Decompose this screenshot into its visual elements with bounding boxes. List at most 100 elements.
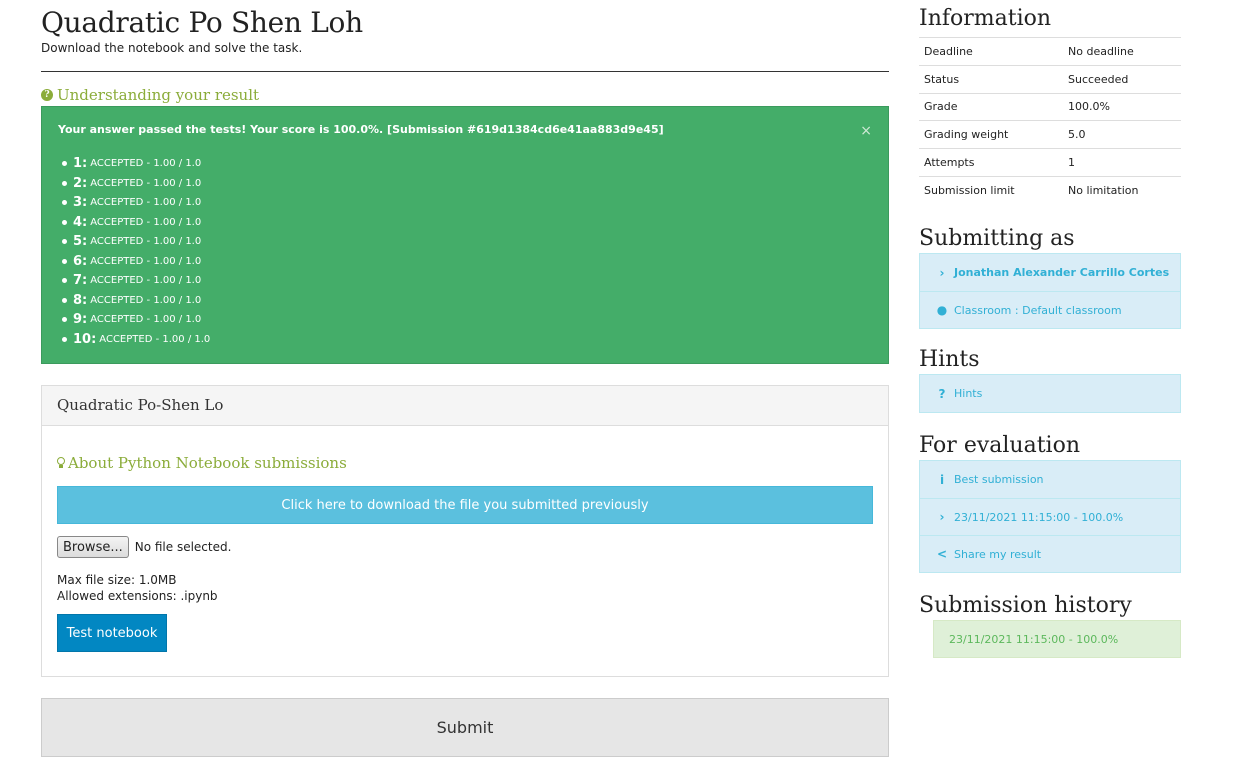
task-panel: Quadratic Po-Shen Lo About Python Notebo… (41, 385, 889, 677)
info-row: Grade 100.0% (919, 92, 1181, 121)
test-number: 4: (73, 214, 88, 230)
panel-title: Quadratic Po-Shen Lo (42, 386, 888, 426)
evaluation-entry-item[interactable]: › 23/11/2021 11:15:00 - 100.0% (920, 498, 1180, 535)
understanding-label: Understanding your result (57, 86, 260, 104)
info-row: Submission limit No limitation (919, 175, 1181, 205)
submitting-user-item[interactable]: › Jonathan Alexander Carrillo Cortes (920, 254, 1180, 291)
history-item[interactable]: 23/11/2021 11:15:00 - 100.0% (933, 620, 1181, 659)
best-submission-item[interactable]: i Best submission (920, 461, 1180, 498)
about-label: About Python Notebook submissions (68, 454, 347, 472)
test-number: 2: (73, 175, 88, 191)
share-result-item[interactable]: < Share my result (920, 535, 1180, 572)
panel-body: About Python Notebook submissions Click … (42, 426, 888, 652)
info-value: No limitation (1068, 175, 1181, 205)
share-result-label: Share my result (954, 547, 1042, 561)
info-icon: i (939, 472, 945, 487)
test-item: 2: ACCEPTED - 1.00 / 1.0 (62, 174, 872, 194)
test-number: 7: (73, 273, 88, 289)
test-status: ACCEPTED - 1.00 / 1.0 (90, 236, 202, 248)
hints-list: ? Hints (919, 374, 1181, 414)
main-column: Quadratic Po Shen Loh Download the noteb… (41, 0, 889, 757)
submit-button[interactable]: Submit (41, 698, 889, 757)
test-status: ACCEPTED - 1.00 / 1.0 (90, 314, 202, 326)
evaluation-entry-label: 23/11/2021 11:15:00 - 100.0% (954, 510, 1124, 524)
chevron-right-icon: › (939, 265, 945, 280)
test-item: 6: ACCEPTED - 1.00 / 1.0 (62, 252, 872, 272)
download-previous-button[interactable]: Click here to download the file you subm… (57, 486, 873, 524)
hints-heading: Hints (919, 347, 980, 373)
result-alert: Your answer passed the tests! Your score… (41, 106, 889, 364)
max-file-size: Max file size: 1.0MB (57, 573, 177, 587)
test-number: 3: (73, 195, 88, 211)
test-item: 10: ACCEPTED - 1.00 / 1.0 (62, 330, 872, 350)
evaluation-heading: For evaluation (919, 433, 1080, 459)
evaluation-list: i Best submission › 23/11/2021 11:15:00 … (919, 460, 1181, 574)
test-status: ACCEPTED - 1.00 / 1.0 (90, 216, 202, 228)
info-value: 5.0 (1068, 120, 1181, 149)
users-icon: ● (936, 303, 948, 318)
test-number: 8: (73, 292, 88, 308)
classroom-item[interactable]: ● Classroom : Default classroom (920, 291, 1180, 328)
about-notebook-link[interactable]: About Python Notebook submissions (57, 454, 873, 472)
test-list: 1: ACCEPTED - 1.00 / 1.0 2: ACCEPTED - 1.0… (58, 154, 872, 349)
test-item: 3: ACCEPTED - 1.00 / 1.0 (62, 193, 872, 213)
submitting-as-heading: Submitting as (919, 226, 1075, 252)
test-notebook-button[interactable]: Test notebook (57, 614, 167, 652)
submitting-user: Jonathan Alexander Carrillo Cortes (954, 266, 1170, 280)
hints-item[interactable]: ? Hints (920, 375, 1180, 412)
test-number: 1: (73, 156, 88, 172)
info-label: Submission limit (919, 175, 1068, 205)
close-icon[interactable]: × (860, 123, 872, 139)
test-item: 4: ACCEPTED - 1.00 / 1.0 (62, 213, 872, 233)
test-status: ACCEPTED - 1.00 / 1.0 (99, 333, 211, 345)
divider (41, 71, 889, 72)
info-label: Attempts (919, 148, 1068, 177)
test-status: ACCEPTED - 1.00 / 1.0 (90, 158, 202, 170)
result-message: Your answer passed the tests! Your score… (58, 123, 664, 136)
info-value: Succeeded (1068, 64, 1181, 94)
test-status: ACCEPTED - 1.00 / 1.0 (90, 177, 202, 189)
share-icon: < (936, 547, 948, 562)
sidebar: Information Deadline No deadline Status Su… (919, 0, 1181, 659)
information-heading: Information (919, 6, 1052, 31)
test-item: 1: ACCEPTED - 1.00 / 1.0 (62, 154, 872, 174)
lightbulb-icon (57, 457, 65, 469)
file-input-row: Browse... No file selected. (57, 536, 873, 558)
file-constraints: Max file size: 1.0MB Allowed extensions:… (57, 572, 873, 604)
history-heading: Submission history (919, 593, 1132, 619)
test-status: ACCEPTED - 1.00 / 1.0 (90, 255, 202, 267)
information-table: Deadline No deadline Status Succeeded Grad… (919, 37, 1181, 205)
classroom-label: Classroom : Default classroom (954, 303, 1122, 317)
chevron-right-icon: › (939, 510, 945, 525)
info-value: 1 (1068, 148, 1181, 177)
info-row: Grading weight 5.0 (919, 120, 1181, 149)
test-number: 6: (73, 253, 88, 269)
info-row: Deadline No deadline (919, 37, 1181, 66)
submitting-as-list: › Jonathan Alexander Carrillo Cortes ● C… (919, 253, 1181, 330)
hints-label: Hints (954, 387, 983, 401)
page-subtitle: Download the notebook and solve the task… (41, 41, 303, 55)
info-value: No deadline (1068, 37, 1181, 66)
test-item: 7: ACCEPTED - 1.00 / 1.0 (62, 271, 872, 291)
browse-button[interactable]: Browse... (57, 536, 129, 558)
info-label: Deadline (919, 37, 1068, 66)
test-number: 10: (73, 331, 97, 347)
test-item: 8: ACCEPTED - 1.00 / 1.0 (62, 291, 872, 311)
info-label: Grade (919, 92, 1068, 121)
info-row: Attempts 1 (919, 148, 1181, 177)
test-number: 9: (73, 312, 88, 328)
test-item: 5: ACCEPTED - 1.00 / 1.0 (62, 232, 872, 252)
test-status: ACCEPTED - 1.00 / 1.0 (90, 197, 202, 209)
question-circle-icon: ? (41, 89, 53, 101)
info-label: Grading weight (919, 120, 1068, 149)
test-number: 5: (73, 234, 88, 250)
info-row: Status Succeeded (919, 64, 1181, 94)
test-status: ACCEPTED - 1.00 / 1.0 (90, 294, 202, 306)
understanding-result-link[interactable]: ? Understanding your result (41, 86, 889, 104)
file-status: No file selected. (134, 540, 232, 554)
info-value: 100.0% (1068, 92, 1181, 121)
test-status: ACCEPTED - 1.00 / 1.0 (90, 275, 202, 287)
allowed-extensions: Allowed extensions: .ipynb (57, 589, 218, 603)
best-submission-label: Best submission (954, 473, 1044, 487)
test-item: 9: ACCEPTED - 1.00 / 1.0 (62, 310, 872, 330)
